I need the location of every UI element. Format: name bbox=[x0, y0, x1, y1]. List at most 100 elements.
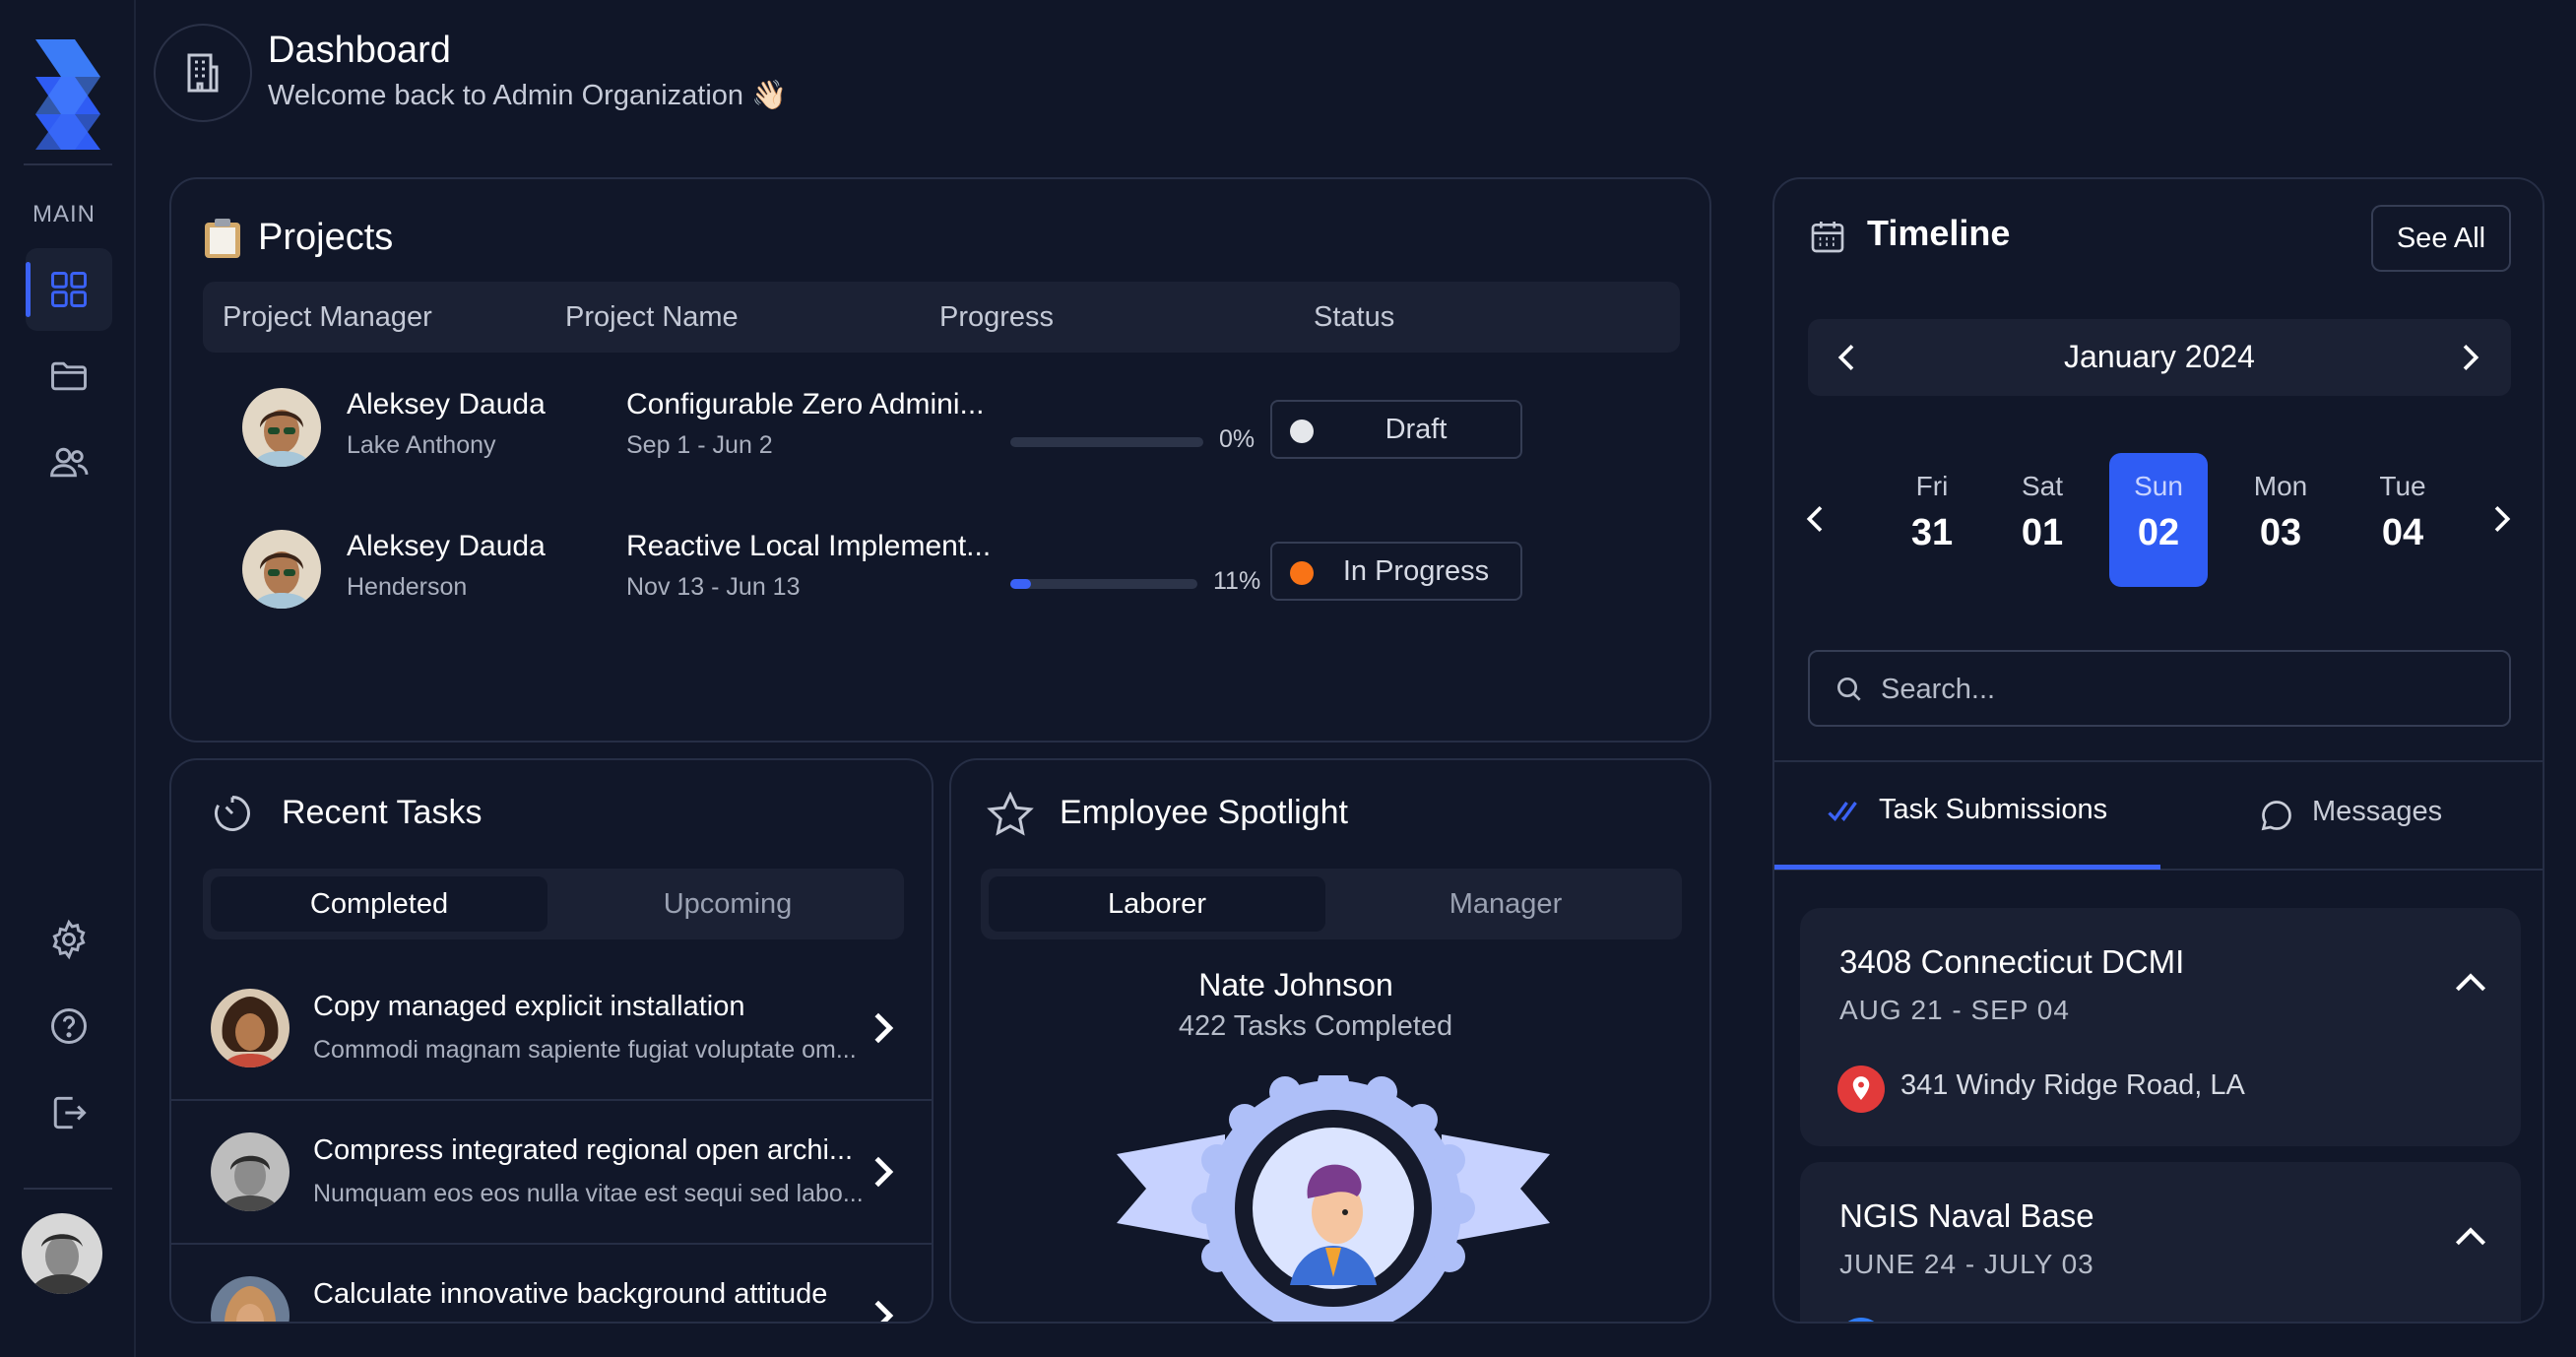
award-badge-illustration bbox=[1117, 1075, 1550, 1322]
column-header[interactable]: Project Name bbox=[565, 301, 739, 334]
column-header[interactable]: Status bbox=[1314, 301, 1394, 334]
organization-icon-button[interactable] bbox=[154, 24, 252, 122]
chevron-up-icon[interactable] bbox=[2454, 971, 2487, 995]
chevron-left-icon[interactable] bbox=[1806, 504, 1826, 534]
chevron-right-icon[interactable] bbox=[2491, 504, 2511, 534]
day-cell[interactable]: Mon 03 bbox=[2231, 453, 2330, 587]
tab-completed[interactable]: Completed bbox=[211, 876, 547, 932]
day-date: 31 bbox=[1910, 512, 1954, 553]
tab-messages[interactable]: Messages bbox=[2312, 796, 2442, 828]
manager-name: Aleksey Dauda bbox=[347, 388, 546, 420]
spotlight-title: Employee Spotlight bbox=[1060, 794, 1348, 831]
day-of-week: Tue bbox=[2379, 471, 2426, 501]
column-header[interactable]: Progress bbox=[939, 301, 1054, 334]
timeline-panel: Timeline See All January 2024 Fri 31 Sat… bbox=[1772, 177, 2544, 1324]
sidebar-item-logout[interactable] bbox=[26, 1071, 112, 1154]
employee-name: Nate Johnson bbox=[1198, 967, 1393, 1002]
manager-name: Aleksey Dauda bbox=[347, 530, 546, 562]
month-label: January 2024 bbox=[2064, 339, 2255, 374]
chevron-right-icon[interactable] bbox=[869, 1298, 898, 1324]
day-cell-selected[interactable]: Sun 02 bbox=[2109, 453, 2208, 587]
task-avatar bbox=[211, 1132, 290, 1211]
day-date: 01 bbox=[2021, 512, 2064, 553]
project-dates: Sep 1 - Jun 2 bbox=[626, 431, 773, 459]
tab-laborer[interactable]: Laborer bbox=[989, 876, 1325, 932]
see-all-button[interactable]: See All bbox=[2371, 205, 2511, 272]
submission-dates: AUG 21 - SEP 04 bbox=[1839, 995, 2070, 1025]
sidebar-item-help[interactable] bbox=[26, 985, 112, 1067]
chevron-right-icon[interactable] bbox=[869, 1154, 898, 1190]
submission-card[interactable]: NGIS Naval Base JUNE 24 - JULY 03 bbox=[1800, 1162, 2521, 1322]
chevron-right-icon[interactable] bbox=[2460, 343, 2479, 372]
chevron-right-icon[interactable] bbox=[869, 1010, 898, 1046]
task-item[interactable]: Copy managed explicit installation Commo… bbox=[171, 957, 932, 1101]
day-of-week: Sat bbox=[2021, 471, 2064, 501]
star-icon bbox=[987, 792, 1034, 836]
divider bbox=[1774, 760, 2543, 762]
manager-location: Henderson bbox=[347, 573, 468, 601]
project-name[interactable]: Reactive Local Implement... bbox=[626, 530, 991, 563]
project-dates: Nov 13 - Jun 13 bbox=[626, 573, 801, 601]
sidebar-item-settings[interactable] bbox=[26, 898, 112, 981]
submission-title: 3408 Connecticut DCMI bbox=[1839, 943, 2185, 980]
users-icon bbox=[50, 447, 89, 478]
day-of-week: Mon bbox=[2253, 471, 2308, 501]
sidebar-item-team[interactable] bbox=[26, 421, 112, 504]
clipboard-icon bbox=[205, 219, 240, 258]
submission-title: NGIS Naval Base bbox=[1839, 1197, 2094, 1234]
recent-tasks-toggle: Completed Upcoming bbox=[203, 869, 904, 939]
location-pin-icon bbox=[1837, 1066, 1885, 1113]
projects-title: Projects bbox=[258, 217, 394, 258]
page-title: Dashboard bbox=[268, 30, 451, 71]
manager-location: Lake Anthony bbox=[347, 431, 496, 459]
sidebar-divider bbox=[24, 163, 112, 165]
folder-icon bbox=[51, 361, 87, 391]
table-row[interactable]: Aleksey Dauda Henderson Reactive Local I… bbox=[171, 516, 1709, 634]
logout-icon bbox=[53, 1096, 87, 1130]
timer-icon bbox=[215, 796, 250, 831]
sidebar-item-projects[interactable] bbox=[26, 335, 112, 418]
tab-manager[interactable]: Manager bbox=[1337, 876, 1674, 932]
timeline-title: Timeline bbox=[1867, 213, 2011, 253]
status-badge[interactable]: In Progress bbox=[1270, 542, 1522, 601]
sidebar-divider bbox=[24, 1188, 112, 1190]
manager-avatar bbox=[242, 530, 321, 609]
chevron-up-icon[interactable] bbox=[2454, 1225, 2487, 1249]
status-label: In Progress bbox=[1342, 555, 1490, 587]
sidebar-section-label: MAIN bbox=[32, 201, 96, 227]
task-item[interactable]: Calculate innovative background attitude bbox=[171, 1245, 932, 1324]
status-label: Draft bbox=[1385, 414, 1448, 445]
spotlight-toggle: Laborer Manager bbox=[981, 869, 1682, 939]
manager-avatar bbox=[242, 388, 321, 467]
table-row[interactable]: Aleksey Dauda Lake Anthony Configurable … bbox=[171, 374, 1709, 492]
projects-table-header: Project Manager Project Name Progress St… bbox=[203, 282, 1680, 353]
day-cell[interactable]: Sat 01 bbox=[1993, 453, 2092, 587]
progress-fill bbox=[1010, 579, 1031, 589]
employee-spotlight-panel: Employee Spotlight Laborer Manager Nate … bbox=[949, 758, 1711, 1324]
task-title: Compress integrated regional open archi.… bbox=[313, 1134, 854, 1166]
submission-card[interactable]: 3408 Connecticut DCMI AUG 21 - SEP 04 34… bbox=[1800, 908, 2521, 1146]
recent-tasks-title: Recent Tasks bbox=[282, 794, 483, 831]
column-header[interactable]: Project Manager bbox=[223, 301, 432, 334]
tab-task-submissions[interactable]: Task Submissions bbox=[1879, 794, 2107, 826]
status-badge[interactable]: Draft bbox=[1270, 400, 1522, 459]
gear-icon bbox=[52, 919, 86, 960]
location-pin-icon bbox=[1837, 1318, 1885, 1322]
day-cell[interactable]: Fri 31 bbox=[1883, 453, 1981, 587]
message-circle-icon bbox=[2261, 801, 2291, 831]
app-logo[interactable] bbox=[32, 37, 102, 152]
task-item[interactable]: Compress integrated regional open archi.… bbox=[171, 1101, 932, 1245]
user-avatar[interactable] bbox=[22, 1213, 102, 1294]
project-name[interactable]: Configurable Zero Admini... bbox=[626, 388, 985, 421]
sidebar-item-dashboard[interactable] bbox=[26, 248, 112, 331]
day-of-week: Fri bbox=[1915, 471, 1949, 501]
building-icon bbox=[187, 53, 219, 93]
month-selector: January 2024 bbox=[1808, 319, 2511, 396]
task-title: Copy managed explicit installation bbox=[313, 991, 745, 1022]
day-cell[interactable]: Tue 04 bbox=[2353, 453, 2452, 587]
tab-upcoming[interactable]: Upcoming bbox=[559, 876, 896, 932]
day-date: 04 bbox=[2381, 512, 2424, 553]
progress-value: 0% bbox=[1219, 425, 1256, 453]
active-tab-indicator bbox=[1774, 865, 2160, 870]
timeline-search-input[interactable]: Search... bbox=[1808, 650, 2511, 727]
